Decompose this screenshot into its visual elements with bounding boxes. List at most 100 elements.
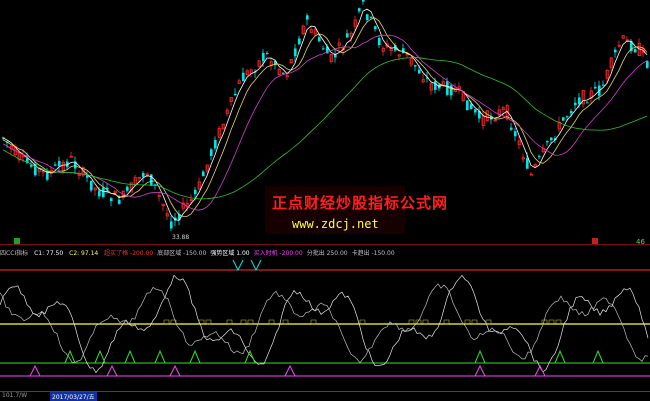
candle-body <box>262 52 265 62</box>
buy-signal <box>94 349 106 364</box>
candle-body <box>102 187 105 197</box>
hist-bar <box>205 319 212 325</box>
candle-body <box>282 72 285 74</box>
hist-bar <box>226 319 233 325</box>
buy-signal <box>244 349 256 364</box>
hist-bar <box>247 319 254 325</box>
sell-signal <box>232 259 244 272</box>
indicator-label-5: 卡趋出 -150.00 <box>351 250 395 257</box>
candle-body <box>550 137 553 141</box>
candle-body <box>318 37 321 42</box>
hist-bar <box>163 319 170 325</box>
watermark-title: 正点财经炒股指标公式网 <box>272 194 449 212</box>
candle-body <box>54 164 57 166</box>
hist-bar <box>310 319 317 325</box>
candle-body <box>602 84 605 86</box>
candle-body <box>574 102 577 106</box>
candle-body <box>474 109 477 113</box>
indicator-label-2: 强势区域 1.00 <box>210 250 250 257</box>
hist-bar <box>268 319 275 325</box>
candle-body <box>614 49 617 53</box>
stock-chart-window: 46 正点财经炒股指标公式网 www.zdcj.net 33.88 四CCI指标… <box>0 0 650 401</box>
candle-body <box>210 149 213 156</box>
hist-bar <box>464 319 471 325</box>
indicator-c1: C1: 77.50 <box>34 250 64 257</box>
candle-body <box>510 127 513 130</box>
hist-bar <box>555 319 562 325</box>
hist-bar <box>548 319 555 325</box>
candle-body <box>362 0 365 2</box>
candle-body <box>562 117 565 121</box>
indicator-label-4: 分批出 250.00 <box>306 250 348 257</box>
candle-body <box>366 14 369 21</box>
buy-signal <box>124 349 136 364</box>
low-signal <box>169 364 181 377</box>
candle-body <box>126 186 129 191</box>
cci-indicator-chart[interactable] <box>0 258 650 393</box>
ma-line-60 <box>2 57 648 200</box>
candle-body <box>578 97 581 105</box>
candle-body <box>570 111 573 114</box>
hist-bar <box>422 319 429 325</box>
cci-line-2 <box>0 283 649 364</box>
low-price-label: 33.88 <box>172 234 190 241</box>
low-signal <box>284 364 296 377</box>
candle-body <box>98 190 101 197</box>
hist-bar <box>443 319 450 325</box>
candle-body <box>266 52 269 54</box>
candle-body <box>470 104 473 109</box>
candle-body <box>446 81 449 95</box>
candle-body <box>586 102 589 104</box>
candle-body <box>514 131 517 137</box>
candle-body <box>202 171 205 177</box>
candle-body <box>170 221 173 229</box>
candle-body <box>30 164 33 167</box>
candle-body <box>538 156 541 158</box>
candle-body <box>646 61 649 68</box>
candle-body <box>594 86 597 89</box>
low-signal <box>29 364 41 377</box>
candle-body <box>370 16 373 18</box>
indicator-name[interactable]: 四CCI指标 <box>0 250 28 257</box>
indicator-label-3: 买入时机 -200.00 <box>253 250 303 257</box>
low-signal <box>106 364 118 377</box>
sell-signal <box>250 259 262 272</box>
buy-signal <box>154 349 166 364</box>
indicator-label-0: 超买了格 -200.00 <box>104 250 154 257</box>
candle-body <box>90 180 93 191</box>
candle-body <box>374 26 377 30</box>
candle-body <box>418 69 421 74</box>
candle-body <box>142 172 145 177</box>
indicator-c2: C2: 97.14 <box>69 250 99 257</box>
candle-body <box>322 48 325 50</box>
low-signal <box>474 364 486 377</box>
hist-bar <box>485 319 492 325</box>
candle-body <box>194 189 197 195</box>
candle-body <box>306 15 309 20</box>
buy-signal <box>592 349 604 364</box>
marker-right <box>592 238 598 244</box>
corner-value: 46 <box>636 238 645 245</box>
indicator-legend: 四CCI指标 C1: 77.50 C2: 97.14 超买了格 -200.00 底… <box>0 248 650 258</box>
buy-signal <box>64 349 76 364</box>
candle-body <box>118 199 121 204</box>
candle-body <box>110 198 113 202</box>
hist-bar <box>471 319 478 325</box>
watermark-url: www.zdcj.net <box>292 217 379 231</box>
candle-body <box>378 37 381 45</box>
candle-body <box>358 8 361 12</box>
candle-body <box>346 33 349 38</box>
candle-body <box>434 81 437 90</box>
candle-body <box>546 141 549 143</box>
indicator-label-1: 底部区域 -150.00 <box>157 250 207 257</box>
candle-body <box>242 72 245 82</box>
candle-body <box>466 100 469 111</box>
buy-signal <box>474 349 486 364</box>
candle-body <box>634 49 637 53</box>
candle-body <box>298 38 301 45</box>
buy-signal <box>189 349 201 364</box>
candle-body <box>414 65 417 67</box>
candle-body <box>58 160 61 166</box>
candle-body <box>566 116 569 118</box>
candle-body <box>234 93 237 96</box>
